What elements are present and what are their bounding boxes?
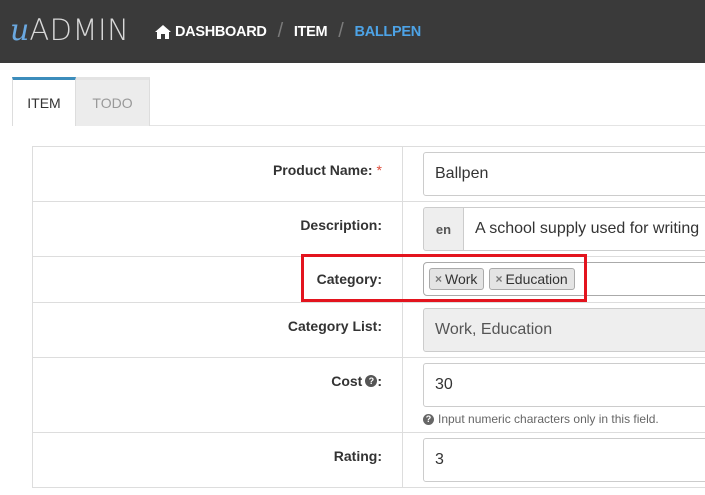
remove-tag-icon[interactable]: ×	[495, 272, 502, 286]
form-row-product-name: Product Name: * Ballpen	[33, 147, 705, 202]
form-row-category: Category: × Work × Education	[33, 257, 705, 303]
logo-text: ADMIN	[29, 13, 130, 47]
cost-label-colon: :	[377, 373, 382, 389]
product-name-input[interactable]: Ballpen	[423, 152, 705, 196]
breadcrumb: DASHBOARD / ITEM / BALLPEN	[155, 0, 421, 63]
category-select[interactable]: × Work × Education	[423, 262, 705, 296]
breadcrumb-dashboard[interactable]: DASHBOARD	[155, 24, 267, 40]
breadcrumb-dashboard-label: DASHBOARD	[175, 23, 267, 40]
required-marker: *	[376, 162, 382, 178]
breadcrumb-separator: /	[277, 20, 284, 42]
tab-todo[interactable]: TODO	[76, 77, 150, 126]
home-icon	[155, 24, 171, 39]
form-row-cost: Cost?: 30 ? Input numeric characters onl…	[33, 358, 705, 433]
rating-input[interactable]: 3	[423, 438, 705, 482]
breadcrumb-current: BALLPEN	[354, 23, 422, 40]
form-row-rating: Rating: 3	[33, 433, 705, 488]
category-tag-work: × Work	[429, 268, 485, 290]
tag-label: Work	[445, 271, 478, 287]
category-tag-education: × Education	[489, 268, 575, 290]
language-addon: en	[423, 207, 464, 251]
product-name-label: Product Name:	[272, 162, 373, 178]
form-row-category-list: Category List: Work, Education	[33, 303, 705, 358]
cost-label: Cost	[331, 373, 363, 389]
rating-label: Rating:	[333, 448, 382, 464]
question-circle-icon: ?	[423, 413, 434, 425]
form-row-description: Description: en A school supply used for…	[33, 202, 705, 257]
description-input[interactable]: A school supply used for writing	[463, 207, 705, 251]
tab-item[interactable]: ITEM	[12, 77, 76, 126]
question-circle-icon[interactable]: ?	[365, 375, 378, 388]
cost-input[interactable]: 30	[423, 363, 705, 407]
tab-bar: ITEM TODO	[12, 77, 150, 126]
breadcrumb-separator: /	[338, 20, 344, 42]
description-label: Description:	[300, 217, 382, 233]
item-form: Product Name: * Ballpen Description: en A…	[32, 146, 705, 488]
category-list-field: Work, Education	[423, 308, 705, 352]
cost-help-text: ? Input numeric characters only in this …	[423, 412, 659, 426]
logo-prefix: u	[10, 13, 30, 48]
tab-divider	[150, 125, 705, 126]
breadcrumb-item[interactable]: ITEM	[294, 24, 328, 40]
category-label: Category:	[316, 271, 382, 287]
category-list-label: Category List:	[287, 318, 382, 334]
top-navbar: u ADMIN DASHBOARD / ITEM / BALLPEN	[0, 0, 705, 63]
app-logo[interactable]: u ADMIN	[10, 10, 129, 50]
help-text: Input numeric characters only in this fi…	[438, 412, 659, 426]
tag-label: Education	[505, 271, 568, 287]
remove-tag-icon[interactable]: ×	[435, 272, 442, 286]
